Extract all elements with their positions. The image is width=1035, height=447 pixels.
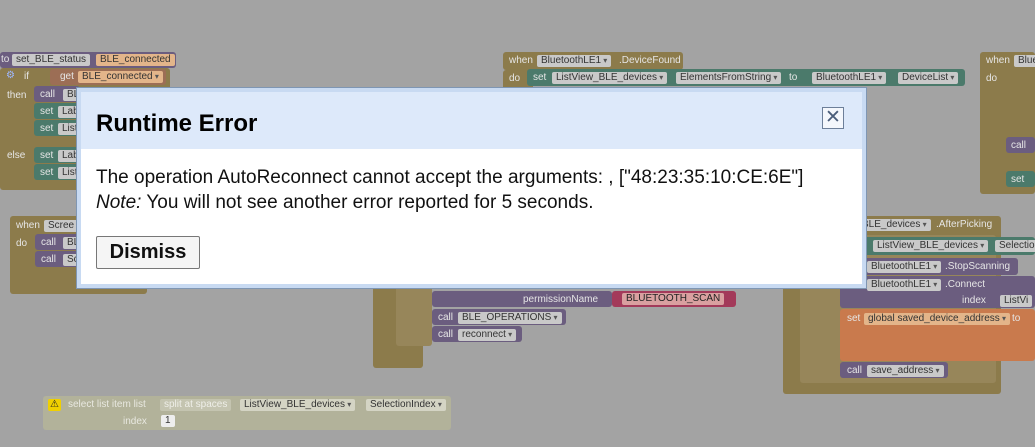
after-picking-event-name: .AfterPicking xyxy=(936,219,993,230)
right-event-component[interactable]: Blue xyxy=(1014,55,1035,67)
set-global-to-keyword: to xyxy=(1012,313,1021,324)
screen-call-keyword-b: call xyxy=(41,254,57,265)
set-target-dropdown[interactable]: ListView_BLE_devices xyxy=(552,72,668,84)
else-set-keyword-2: set xyxy=(40,167,54,178)
stop-scanning-component[interactable]: BluetoothLE1 xyxy=(867,261,942,273)
select-index-number[interactable]: 1 xyxy=(161,415,175,427)
set-global-keyword: set xyxy=(847,313,861,324)
runtime-error-dialog: Runtime Error ✕ The operation AutoReconn… xyxy=(76,87,867,289)
after-picking-set-prop[interactable]: Selectio xyxy=(995,240,1035,252)
right-call-keyword: call xyxy=(1011,140,1027,151)
then-keyword: then xyxy=(7,90,27,101)
else-set-keyword: set xyxy=(40,150,54,161)
select-list-item-label: select list item list xyxy=(68,399,146,410)
procedure-name-field[interactable]: set_BLE_status xyxy=(12,54,91,66)
dialog-header: Runtime Error ✕ xyxy=(81,92,862,149)
right-when-keyword: when xyxy=(986,55,1010,66)
set-keyword-3: set xyxy=(533,72,547,83)
stop-scanning-method: .StopScanning xyxy=(945,261,1011,272)
after-picking-component[interactable]: BLE_devices xyxy=(858,219,931,231)
screen-call-keyword-a: call xyxy=(41,237,57,248)
permission-name-label: permissionName xyxy=(523,294,599,305)
do-keyword: do xyxy=(509,73,521,84)
select-list-dropdown[interactable]: ListView_BLE_devices xyxy=(240,399,356,411)
right-set-keyword: set xyxy=(1011,174,1025,185)
set-keyword: set xyxy=(40,106,54,117)
save-address-call-keyword: call xyxy=(847,365,863,376)
dismiss-button[interactable]: Dismiss xyxy=(96,236,200,269)
get-variable-dropdown[interactable]: BLE_connected xyxy=(78,71,163,83)
right-do-keyword: do xyxy=(986,73,998,84)
save-address-dropdown[interactable]: save_address xyxy=(867,365,944,377)
note-line: Note: You will not see another error rep… xyxy=(96,190,851,215)
source-component-dropdown[interactable]: BluetoothLE1 xyxy=(812,72,887,84)
reconnect-dropdown[interactable]: reconnect xyxy=(458,329,517,341)
when-keyword: when xyxy=(509,55,533,66)
source-property-dropdown[interactable]: DeviceList xyxy=(898,72,959,84)
procedure-param-field[interactable]: BLE_connected xyxy=(96,54,175,66)
screen-do-keyword: do xyxy=(16,238,28,249)
permission-value[interactable]: BLUETOOTH_SCAN xyxy=(622,293,725,305)
after-picking-set-target[interactable]: ListView_BLE_devices xyxy=(873,240,989,252)
gear-icon[interactable]: ⚙ xyxy=(6,70,15,82)
center-stack-inner[interactable] xyxy=(396,286,432,346)
connect-index-value[interactable]: ListVi xyxy=(1000,295,1033,307)
reconnect-call-keyword: call xyxy=(438,329,454,340)
screen-when-keyword: when xyxy=(16,220,40,231)
set-global-dropdown[interactable]: global saved_device_address xyxy=(864,313,1011,325)
set-property-dropdown[interactable]: ElementsFromString xyxy=(676,72,782,84)
event-component-dropdown[interactable]: BluetoothLE1 xyxy=(537,55,612,67)
screen-component[interactable]: Scree xyxy=(44,220,79,232)
call-keyword: call xyxy=(40,89,56,100)
event-name: .DeviceFound xyxy=(619,55,681,66)
split-at-spaces-label: split at spaces xyxy=(160,399,232,411)
close-icon[interactable]: ✕ xyxy=(822,107,844,129)
selection-index-dropdown[interactable]: SelectionIndex xyxy=(366,399,446,411)
ble-operations-call-keyword: call xyxy=(438,312,454,323)
connect-method: .Connect xyxy=(945,279,986,290)
else-keyword: else xyxy=(7,150,26,161)
to-keyword: to xyxy=(789,72,798,83)
select-index-label: index xyxy=(123,416,147,427)
connect-index-label: index xyxy=(962,295,986,306)
procedure-to-keyword: to xyxy=(1,54,10,65)
note-label: Note: xyxy=(96,192,142,213)
if-keyword: if xyxy=(24,71,29,82)
dialog-title: Runtime Error xyxy=(96,110,258,137)
connect-component[interactable]: BluetoothLE1 xyxy=(867,279,942,291)
get-keyword: get xyxy=(60,71,74,82)
dialog-message: The operation AutoReconnect cannot accep… xyxy=(96,165,851,215)
warning-icon[interactable]: ⚠ xyxy=(48,399,61,411)
error-message-line: The operation AutoReconnect cannot accep… xyxy=(96,167,804,188)
set-keyword-2: set xyxy=(40,123,54,134)
ble-operations-dropdown[interactable]: BLE_OPERATIONS xyxy=(458,312,562,324)
note-text: You will not see another error reported … xyxy=(141,192,594,213)
